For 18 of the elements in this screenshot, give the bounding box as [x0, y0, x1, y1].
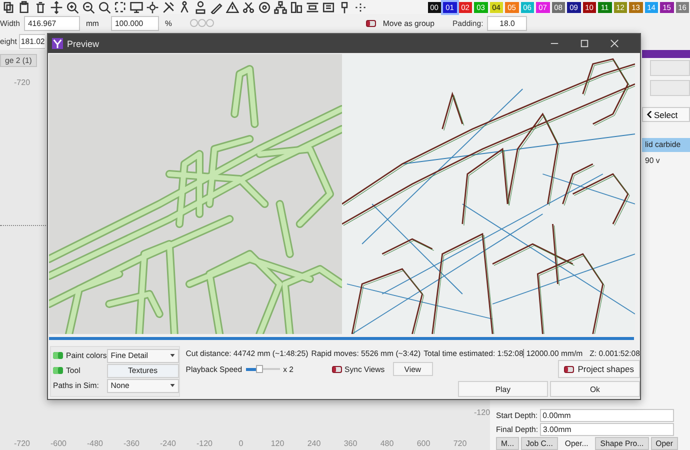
ruler-label: 480 [380, 439, 394, 448]
select-button[interactable]: Select [642, 107, 690, 122]
ruler-label: 120 [270, 439, 284, 448]
ruler-label: -120 [196, 439, 212, 448]
ruler-label: 600 [416, 439, 430, 448]
ruler-label: -240 [160, 439, 176, 448]
ruler-label: 360 [344, 439, 358, 448]
ruler-label: -720 [14, 439, 30, 448]
project-shapes-button[interactable]: Project shapes [558, 360, 640, 378]
ruler-label: -480 [87, 439, 103, 448]
ruler-label: -120 [474, 408, 490, 417]
ruler-label: -600 [50, 439, 66, 448]
ruler-label: -720 [14, 78, 30, 87]
window-title: Preview [67, 38, 100, 48]
ruler-label: 0 [238, 439, 244, 448]
ruler-label: -360 [124, 439, 140, 448]
ruler-label: 240 [307, 439, 321, 448]
ruler-label: 720 [453, 439, 467, 448]
